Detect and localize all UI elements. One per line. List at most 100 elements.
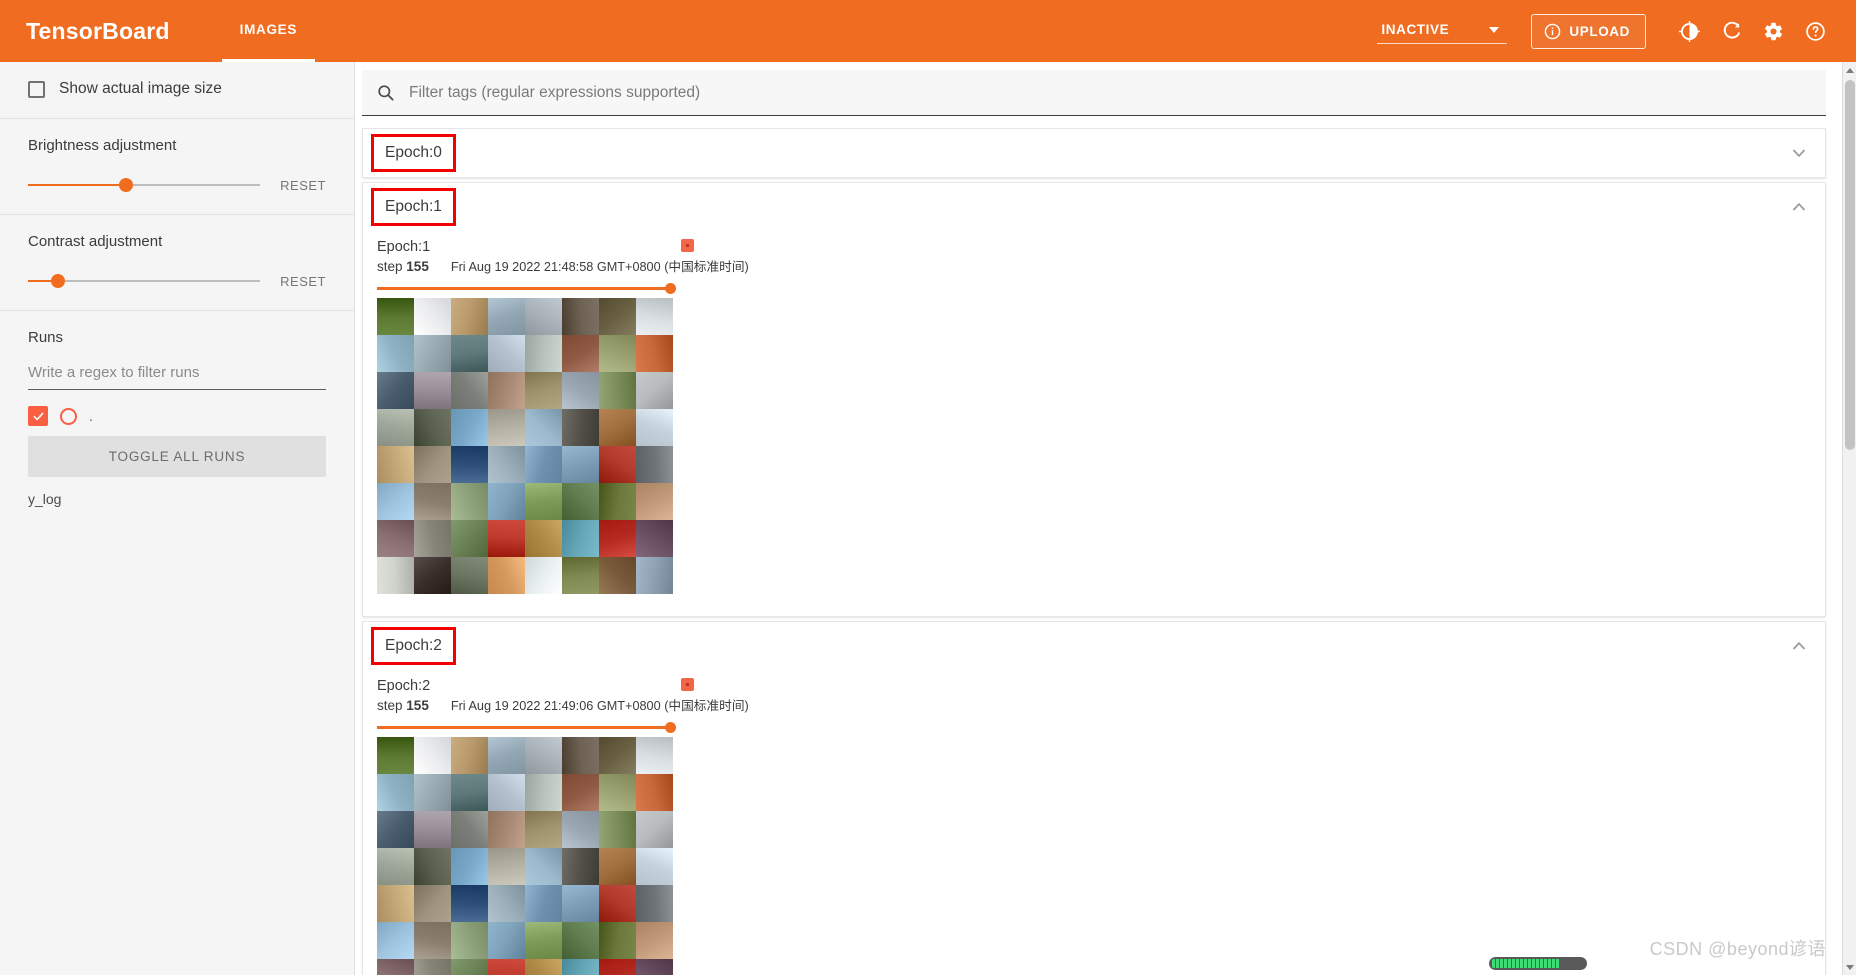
image-thumbnail-cell: [599, 409, 636, 446]
slider-fill: [28, 184, 126, 186]
image-thumbnail-cell: [599, 959, 636, 975]
image-thumbnail-cell: [525, 737, 562, 774]
runs-section: Runs . TOGGLE ALL RUNS y_log: [0, 311, 354, 527]
contrast-section: Contrast adjustment RESET: [0, 215, 354, 311]
brightness-slider[interactable]: [28, 176, 261, 194]
image-thumbnail-cell: [488, 409, 525, 446]
upload-button[interactable]: UPLOAD: [1531, 13, 1646, 49]
image-thumbnail-cell: [451, 372, 488, 409]
scrollbar-thumb[interactable]: [1845, 80, 1855, 450]
tag-card-epoch-0: Epoch:0: [362, 128, 1826, 178]
image-thumbnail-grid[interactable]: [377, 737, 673, 975]
nav-tabs: IMAGES: [221, 0, 316, 62]
runs-title: Runs: [28, 329, 64, 346]
image-thumbnail-cell: [451, 811, 488, 848]
image-thumbnail-cell: [525, 848, 562, 885]
step-value: 155: [406, 698, 429, 713]
tag-filter-input[interactable]: [407, 82, 1812, 103]
image-thumbnail-cell: [636, 409, 673, 446]
pin-image-button[interactable]: [681, 678, 694, 691]
image-thumbnail-cell: [599, 372, 636, 409]
image-thumbnail-cell: [377, 520, 414, 557]
top-app-bar: TensorBoard IMAGES INACTIVE UPLOAD: [0, 0, 1856, 62]
brightness-section: Brightness adjustment RESET: [0, 119, 354, 215]
show-actual-image-size-checkbox-row[interactable]: Show actual image size: [28, 80, 326, 98]
image-thumbnail-cell: [414, 959, 451, 975]
image-thumbnail-cell: [488, 774, 525, 811]
settings-gear-icon: [1764, 22, 1782, 40]
image-thumbnail-cell: [599, 922, 636, 959]
chevron-up-icon[interactable]: [1787, 634, 1811, 658]
image-thumbnail-cell: [525, 446, 562, 483]
chevron-up-icon[interactable]: [1787, 195, 1811, 219]
tag-card-header[interactable]: Epoch:1: [363, 183, 1825, 231]
step-slider-thumb[interactable]: [665, 722, 676, 733]
run-chips-row: .: [28, 406, 326, 426]
image-thumbnail-cell: [414, 298, 451, 335]
image-thumbnail-cell: [377, 335, 414, 372]
tab-images[interactable]: IMAGES: [221, 0, 316, 62]
pin-image-button[interactable]: [681, 239, 694, 252]
brightness-title: Brightness adjustment: [28, 137, 177, 154]
vertical-scrollbar[interactable]: [1842, 62, 1856, 975]
run-color-circle-icon[interactable]: [60, 407, 77, 425]
image-thumbnail-cell: [488, 885, 525, 922]
image-thumbnail-cell: [451, 737, 488, 774]
image-thumbnail-cell: [525, 922, 562, 959]
refresh-button[interactable]: [1710, 10, 1752, 52]
chevron-down-icon: [1489, 26, 1500, 33]
scroll-up-arrow-icon[interactable]: [1843, 62, 1856, 78]
toolbar-right: INACTIVE UPLOAD: [1377, 10, 1836, 52]
progress-indicator: [1489, 957, 1587, 970]
tag-card-epoch-2: Epoch:2 Epoch:2 step 155 Fri Aug 19 2022…: [362, 621, 1826, 975]
tag-card-header[interactable]: Epoch:2: [363, 622, 1825, 670]
image-thumbnail-cell: [599, 848, 636, 885]
image-thumbnail-cell: [599, 446, 636, 483]
image-thumbnail-cell: [562, 811, 599, 848]
tag-card-header[interactable]: Epoch:0: [363, 129, 1825, 177]
tag-card-body: Epoch:2 step 155 Fri Aug 19 2022 21:49:0…: [363, 670, 1825, 975]
image-thumbnail-cell: [414, 372, 451, 409]
image-thumbnail-cell: [488, 298, 525, 335]
image-thumbnail-cell: [488, 848, 525, 885]
step-slider[interactable]: [377, 282, 676, 294]
tag-title-epoch-1: Epoch:1: [371, 188, 456, 226]
image-thumbnail-cell: [525, 298, 562, 335]
chevron-down-icon[interactable]: [1787, 141, 1811, 165]
checkbox-icon[interactable]: [28, 80, 45, 98]
slider-thumb[interactable]: [51, 274, 66, 288]
settings-button[interactable]: [1752, 10, 1794, 52]
image-card-timestamp: Fri Aug 19 2022 21:49:06 GMT+0800 (中国标准时…: [450, 699, 749, 713]
toggle-all-runs-button[interactable]: TOGGLE ALL RUNS: [28, 436, 326, 477]
image-thumbnail-cell: [636, 848, 673, 885]
image-thumbnail-cell: [525, 409, 562, 446]
step-slider-thumb[interactable]: [665, 283, 676, 294]
image-thumbnail-cell: [636, 483, 673, 520]
search-icon: [378, 85, 394, 101]
brightness-reset-button[interactable]: RESET: [280, 178, 326, 193]
tag-card-body: Epoch:1 step 155 Fri Aug 19 2022 21:48:5…: [363, 231, 1825, 616]
image-thumbnail-cell: [377, 298, 414, 335]
run-state-selector[interactable]: INACTIVE: [1377, 18, 1508, 44]
image-thumbnail-cell: [636, 557, 673, 594]
image-thumbnail-cell: [451, 483, 488, 520]
image-thumbnail-grid[interactable]: [377, 298, 673, 594]
brightness-toggle-button[interactable]: [1668, 10, 1710, 52]
scroll-down-arrow-icon[interactable]: [1843, 959, 1856, 975]
step-label: step: [377, 698, 403, 713]
image-thumbnail-cell: [599, 520, 636, 557]
contrast-slider[interactable]: [28, 272, 261, 290]
slider-thumb[interactable]: [118, 178, 133, 192]
image-thumbnail-cell: [525, 483, 562, 520]
step-slider[interactable]: [377, 721, 676, 733]
help-button[interactable]: [1794, 10, 1836, 52]
image-thumbnail-cell: [377, 922, 414, 959]
image-thumbnail-cell: [562, 959, 599, 975]
contrast-reset-button[interactable]: RESET: [280, 274, 326, 289]
run-enabled-checkbox[interactable]: [28, 406, 48, 426]
runs-regex-input[interactable]: [28, 360, 326, 390]
image-thumbnail-cell: [488, 335, 525, 372]
brightness-icon: [1678, 20, 1700, 42]
image-thumbnail-cell: [599, 737, 636, 774]
show-actual-size-section: Show actual image size: [0, 62, 354, 119]
